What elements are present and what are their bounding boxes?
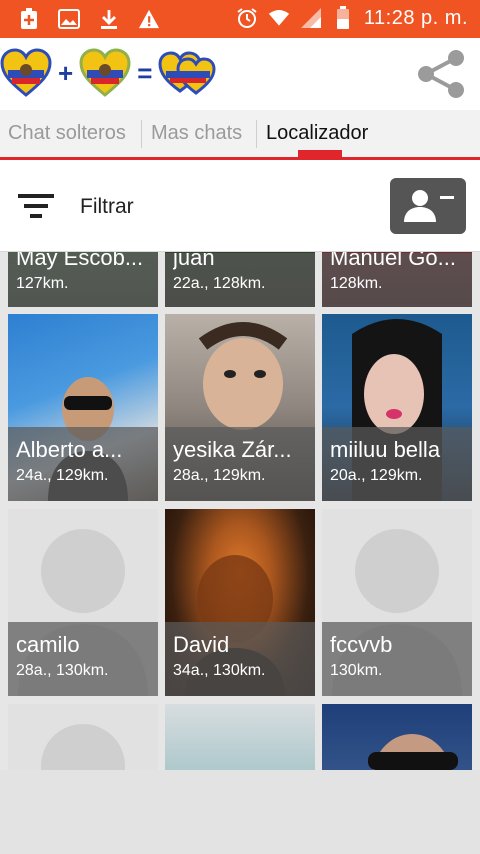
filter-icon[interactable] [18, 192, 54, 220]
profile-card[interactable]: David 34a., 130km. [165, 509, 315, 696]
app-bar: + = [0, 38, 480, 110]
wifi-icon [268, 6, 290, 30]
profile-name: camilo [16, 632, 80, 657]
filter-bar: Filtrar [0, 160, 480, 252]
profile-card[interactable]: Manuel Go... 128km. [322, 252, 472, 307]
equals-sign: = [137, 57, 153, 88]
tab-mas-chats[interactable]: Mas chats [151, 110, 242, 157]
profile-meta: 24a., 129km. [16, 467, 109, 484]
contact-card-icon [404, 190, 454, 222]
profile-name: May Escob... [16, 252, 144, 270]
profile-name: Alberto a... [16, 437, 123, 462]
double-heart-icon [158, 51, 216, 95]
warning-icon [138, 7, 160, 31]
profile-grid: May Escob... 127km. juan 22a., 128km. Manu… [0, 252, 480, 770]
profile-meta: 127km. [16, 275, 69, 292]
profile-meta: 28a., 130km. [16, 662, 109, 679]
status-bar: 11:28 p. m. [0, 0, 480, 38]
profile-card[interactable] [8, 704, 158, 770]
profile-card[interactable]: Alberto a... 24a., 129km. [8, 314, 158, 501]
active-tab-indicator [298, 150, 342, 157]
profile-meta: 130km. [330, 662, 383, 679]
profile-photo-placeholder [8, 704, 158, 770]
profile-name: yesika Zár... [173, 437, 292, 462]
profile-photo [165, 704, 315, 770]
profile-name: David [173, 632, 230, 657]
share-button[interactable] [414, 46, 470, 102]
tab-divider [141, 120, 142, 148]
profile-card[interactable] [322, 704, 472, 770]
download-icon [98, 7, 120, 31]
add-box-icon [18, 7, 40, 31]
share-icon [418, 50, 464, 98]
heart-flag-icon [0, 48, 52, 97]
profile-name: Manuel Go... [330, 252, 456, 270]
tab-chat-solteros[interactable]: Chat solteros [8, 110, 126, 157]
profile-card[interactable]: yesika Zár... 28a., 129km. [165, 314, 315, 501]
profile-meta: 28a., 129km. [173, 467, 266, 484]
profile-card[interactable]: camilo 28a., 130km. [8, 509, 158, 696]
profile-photo [322, 704, 472, 770]
clock-time: 11:28 p. m. [363, 6, 468, 29]
alarm-icon [236, 6, 258, 30]
app-logo: + = [0, 48, 218, 98]
profile-meta: 20a., 129km. [330, 467, 423, 484]
battery-icon [332, 6, 354, 30]
plus-sign: + [58, 57, 74, 88]
profile-card[interactable]: fccvvb 130km. [322, 509, 472, 696]
tab-divider [256, 120, 257, 148]
filter-label[interactable]: Filtrar [80, 195, 134, 219]
profile-meta: 22a., 128km. [173, 275, 266, 292]
bottom-area [0, 770, 480, 854]
tab-bar: Chat solteros Mas chats Localizador [0, 110, 480, 160]
profile-name: juan [173, 252, 215, 270]
profile-meta: 34a., 130km. [173, 662, 266, 679]
profile-card[interactable]: juan 22a., 128km. [165, 252, 315, 307]
profile-card-button[interactable] [390, 178, 466, 234]
profile-meta: 128km. [330, 275, 383, 292]
heart-flag-icon [79, 48, 131, 97]
profile-name: fccvvb [330, 632, 393, 657]
profile-card[interactable]: May Escob... 127km. [8, 252, 158, 307]
signal-icon [300, 6, 322, 30]
profile-card[interactable]: miiluu bella 20a., 129km. [322, 314, 472, 501]
profile-card[interactable] [165, 704, 315, 770]
profile-name: miiluu bella [330, 437, 441, 462]
image-icon [58, 7, 80, 31]
